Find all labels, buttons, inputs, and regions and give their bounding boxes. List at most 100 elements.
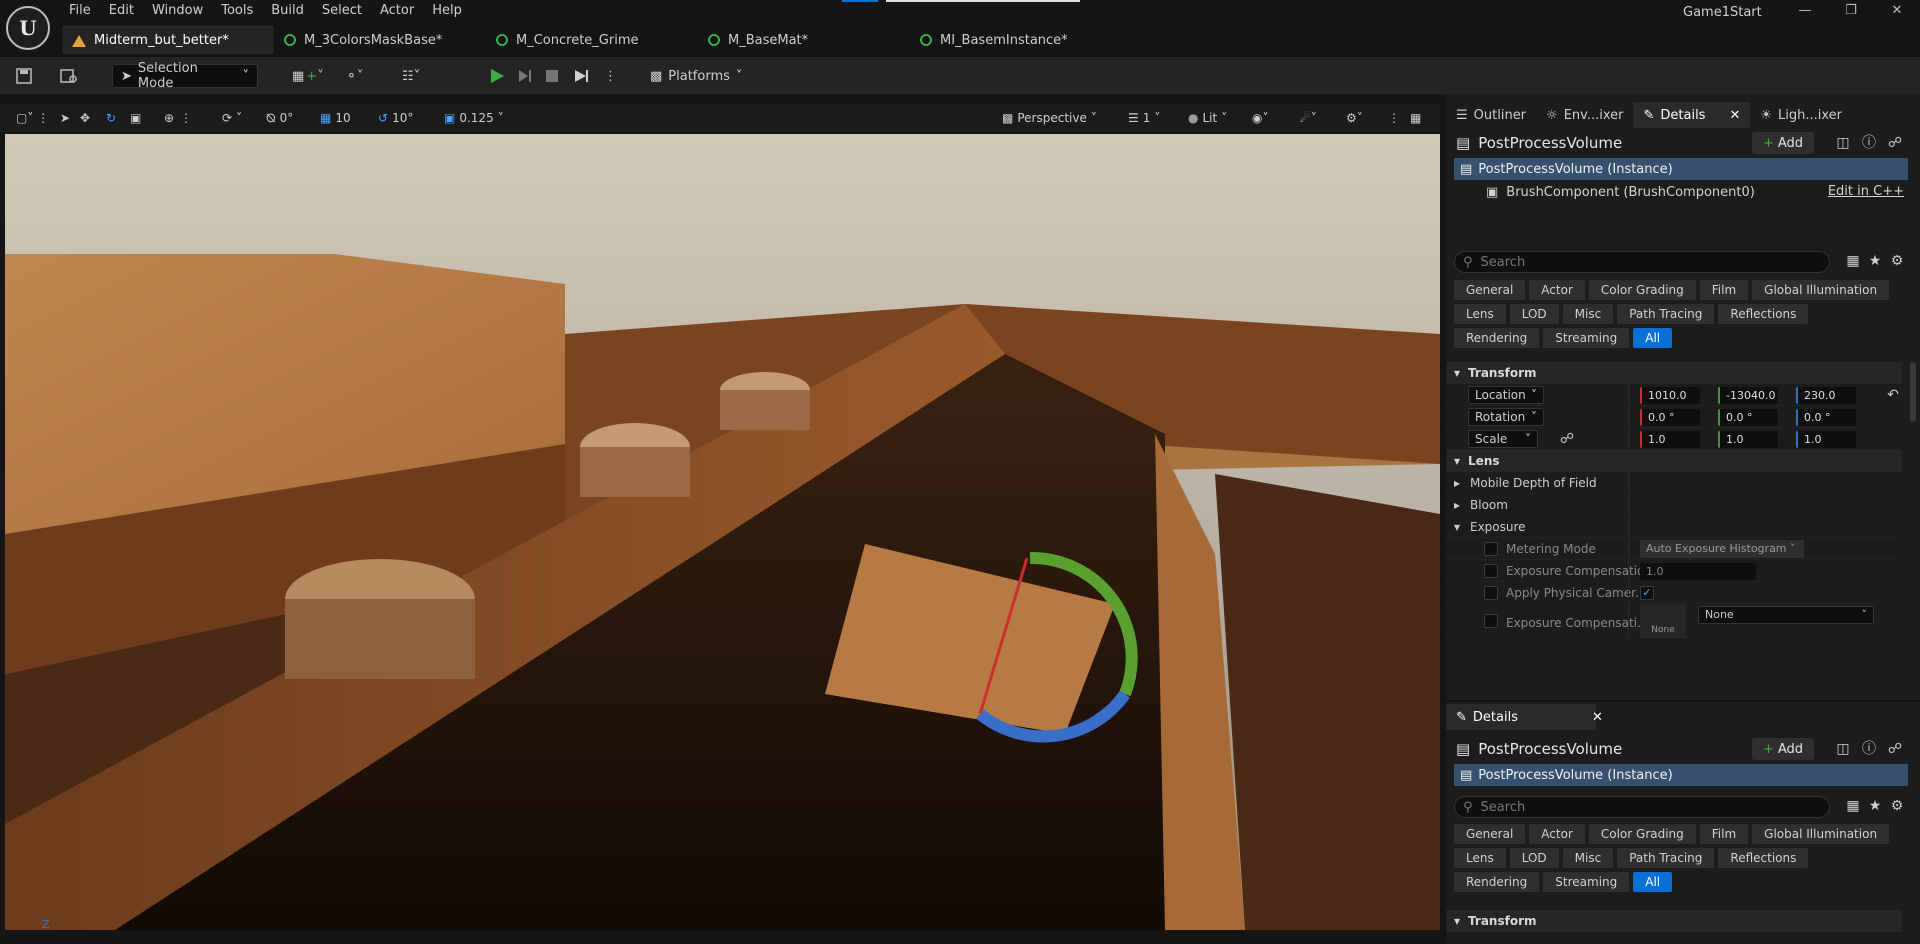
tab-details[interactable]: ✎Details✕ xyxy=(1633,102,1751,128)
filter-lens[interactable]: Lens xyxy=(1454,304,1506,324)
level-viewport[interactable] xyxy=(5,134,1440,930)
scale-lock-icon[interactable]: ☍ xyxy=(1558,430,1576,448)
favorites-star-icon[interactable]: ★ xyxy=(1866,252,1884,270)
location-x-field[interactable]: 1010.0 xyxy=(1640,387,1700,404)
scale-snap-value[interactable]: ▣ 0.125 ˅ xyxy=(444,108,504,128)
tab-outliner[interactable]: ☰Outliner xyxy=(1446,102,1536,128)
metering-mode-checkbox[interactable] xyxy=(1484,542,1498,556)
filter-general[interactable]: General xyxy=(1454,824,1526,844)
help-icon[interactable]: ⓘ xyxy=(1860,134,1878,152)
filter-streaming[interactable]: Streaming xyxy=(1543,328,1630,348)
location-y-field[interactable]: -13040.0 xyxy=(1718,387,1778,404)
tab-details-2[interactable]: ✎ Details ✕ xyxy=(1446,704,1603,730)
advance-frame-icon[interactable] xyxy=(516,64,534,88)
curve-thumbnail[interactable]: None xyxy=(1640,604,1686,638)
rotate-snap-toggle[interactable]: ⟳ ˅ xyxy=(222,108,242,128)
lock-icon[interactable]: ☍ xyxy=(1886,134,1904,152)
rotation-y-field[interactable]: 0.0 ° xyxy=(1718,409,1778,426)
filter-streaming[interactable]: Streaming xyxy=(1543,872,1630,892)
filter-lens[interactable]: Lens xyxy=(1454,848,1506,868)
table-view-icon[interactable]: ▦ xyxy=(1844,252,1862,270)
menu-file[interactable]: File xyxy=(60,0,100,22)
curve-asset-select[interactable]: None ˅ xyxy=(1698,606,1874,624)
rotate-snap-value[interactable]: ⦰ 0° xyxy=(266,108,293,128)
favorites-star-icon[interactable]: ★ xyxy=(1866,797,1884,815)
more-options-icon[interactable]: ⋮ xyxy=(604,64,617,88)
viewport-more-icon[interactable]: ⋮ xyxy=(1388,108,1400,128)
add-actor-icon[interactable]: ▦ + ˅ xyxy=(292,64,324,88)
filter-all[interactable]: All xyxy=(1633,328,1673,348)
apply-physical-value-checkbox[interactable]: ✓ xyxy=(1640,586,1654,600)
rotation-x-field[interactable]: 0.0 ° xyxy=(1640,409,1700,426)
edit-in-cpp-link[interactable]: Edit in C++ xyxy=(1828,184,1904,199)
menu-build[interactable]: Build xyxy=(262,0,313,22)
performance-icon[interactable]: ☄˅ xyxy=(1300,108,1317,128)
table-view-icon[interactable]: ▦ xyxy=(1844,797,1862,815)
filter-all[interactable]: All xyxy=(1633,872,1673,892)
reset-arrow-icon[interactable]: ↶ xyxy=(1884,386,1902,404)
tab-light-mixer[interactable]: ☀Ligh...ixer xyxy=(1750,102,1852,128)
scale-x-field[interactable]: 1.0 xyxy=(1640,431,1700,448)
filter-general[interactable]: General xyxy=(1454,280,1526,300)
play-button[interactable] xyxy=(488,64,510,88)
search-input-2[interactable]: ⚲ Search xyxy=(1454,796,1830,818)
menu-actor[interactable]: Actor xyxy=(371,0,423,22)
unreal-logo-icon[interactable]: U xyxy=(6,6,50,50)
filter-rendering[interactable]: Rendering xyxy=(1454,872,1540,892)
filter-actor[interactable]: Actor xyxy=(1529,824,1585,844)
close-tab-icon[interactable]: ✕ xyxy=(1729,108,1740,123)
exposure-comp-field[interactable]: 1.0 xyxy=(1640,563,1756,580)
selection-mode-dropdown[interactable]: ➤ Selection Mode ˅ xyxy=(112,61,258,91)
translate-tool-icon[interactable]: ✥ xyxy=(80,108,90,128)
lock-icon[interactable]: ☍ xyxy=(1886,740,1904,758)
filter-global-illumination[interactable]: Global Illumination xyxy=(1752,280,1890,300)
exposure-comp-checkbox[interactable] xyxy=(1484,564,1498,578)
add-component-button[interactable]: +Add xyxy=(1752,132,1814,154)
exposure-row[interactable]: ▾ Exposure xyxy=(1446,516,1902,538)
filter-color-grading[interactable]: Color Grading xyxy=(1588,280,1696,300)
scale-tool-icon[interactable]: ▣ xyxy=(130,108,141,128)
cinematics-icon[interactable]: ☷˅ xyxy=(402,64,420,88)
menu-help[interactable]: Help xyxy=(423,0,471,22)
search-input[interactable]: ⚲ Search xyxy=(1454,251,1830,273)
doc-tab-concrete[interactable]: M_Concrete_Grime xyxy=(486,26,698,54)
eject-icon[interactable] xyxy=(572,64,592,88)
filter-lod[interactable]: LOD xyxy=(1509,848,1559,868)
lit-dropdown[interactable]: ● Lit ˅ xyxy=(1188,108,1227,128)
location-z-field[interactable]: 230.0 xyxy=(1796,387,1856,404)
doc-tab-midterm[interactable]: Midterm_but_better* xyxy=(62,26,274,54)
blueprint-icon[interactable]: ◫ xyxy=(1834,740,1852,758)
blueprints-icon[interactable]: ⚬˅ xyxy=(346,64,363,88)
details-scrollbar[interactable] xyxy=(1910,362,1916,422)
filter-global-illumination[interactable]: Global Illumination xyxy=(1752,824,1890,844)
filter-path-tracing[interactable]: Path Tracing xyxy=(1617,848,1715,868)
doc-tab-baseminstance[interactable]: MI_BasemInstance* xyxy=(910,26,1122,54)
filter-reflections[interactable]: Reflections xyxy=(1718,304,1809,324)
maximize-icon[interactable]: ❐ xyxy=(1828,0,1874,22)
apply-physical-checkbox[interactable] xyxy=(1484,586,1498,600)
filter-lod[interactable]: LOD xyxy=(1509,304,1559,324)
help-icon[interactable]: ⓘ xyxy=(1860,740,1878,758)
mobile-dof-row[interactable]: ▸ Mobile Depth of Field xyxy=(1446,472,1902,494)
menu-tools[interactable]: Tools xyxy=(212,0,262,22)
rotation-z-field[interactable]: 0.0 ° xyxy=(1796,409,1856,426)
close-tab-icon[interactable]: ✕ xyxy=(1592,710,1603,725)
bloom-row[interactable]: ▸ Bloom xyxy=(1446,494,1902,516)
rotation-dropdown[interactable]: Rotation ˅ xyxy=(1468,408,1544,426)
instance-row-2[interactable]: ▤ PostProcessVolume (Instance) xyxy=(1454,764,1908,786)
screen-count-dropdown[interactable]: ☰ 1 ˅ xyxy=(1128,108,1160,128)
save-icon[interactable] xyxy=(16,64,32,88)
section-transform-2[interactable]: ▾ Transform xyxy=(1446,910,1902,932)
filter-film[interactable]: Film xyxy=(1699,280,1749,300)
section-lens[interactable]: ▾ Lens xyxy=(1446,450,1902,472)
settings-gear-icon[interactable]: ⚙˅ xyxy=(1346,108,1363,128)
instance-row[interactable]: ▤ PostProcessVolume (Instance) xyxy=(1454,158,1908,180)
minimize-icon[interactable]: — xyxy=(1782,0,1828,22)
exposure-curve-checkbox[interactable] xyxy=(1484,614,1498,628)
grid-snap-value[interactable]: ▦ 10 xyxy=(320,108,351,128)
blueprint-icon[interactable]: ◫ xyxy=(1834,134,1852,152)
rotate-tool-icon[interactable]: ↻ xyxy=(106,108,116,128)
section-transform[interactable]: ▾ Transform xyxy=(1446,362,1902,384)
add-component-button-2[interactable]: + Add xyxy=(1752,738,1814,760)
filter-misc[interactable]: Misc xyxy=(1562,304,1614,324)
